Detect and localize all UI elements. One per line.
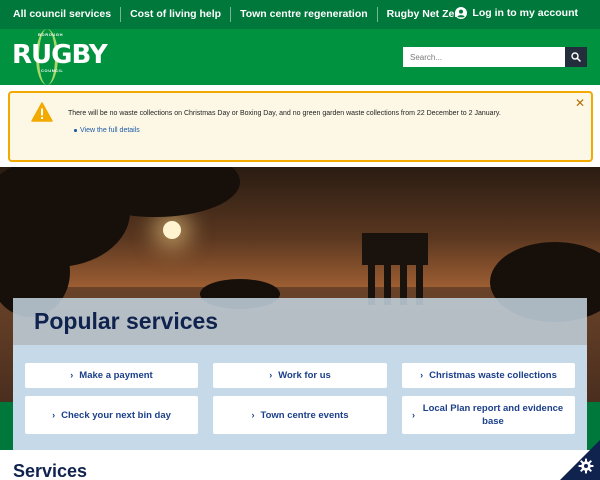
services-heading: Services [13, 461, 88, 480]
button-label: Christmas waste collections [429, 370, 557, 381]
login-label: Log in to my account [472, 7, 578, 19]
rugby-borough-council-logo[interactable]: BOROUGH RUGBY COUNCIL [12, 29, 108, 85]
logo-text-council: COUNCIL [41, 68, 64, 73]
check-your-next-bin-day-button[interactable]: › Check your next bin day [25, 396, 198, 434]
button-label: Local Plan report and evidence base [422, 403, 564, 427]
nav-cost-of-living-help[interactable]: Cost of living help [121, 7, 232, 22]
chevron-right-icon: › [70, 370, 74, 380]
chevron-right-icon: › [251, 409, 255, 420]
chevron-right-icon: › [52, 409, 56, 420]
gear-icon[interactable] [578, 458, 594, 474]
christmas-waste-collections-button[interactable]: › Christmas waste collections [402, 363, 575, 388]
search-button[interactable] [565, 47, 587, 67]
button-label: Work for us [278, 370, 331, 381]
popular-services-title: Popular services [34, 308, 219, 334]
logo-text-rugby: RUGBY [12, 40, 108, 70]
search-icon [571, 52, 581, 62]
login-link[interactable]: Log in to my account [455, 7, 578, 19]
user-icon [455, 7, 468, 19]
water-tower-tank [362, 233, 428, 265]
popular-services-header: Popular services [13, 298, 587, 345]
button-label: Check your next bin day [61, 409, 171, 421]
chevron-right-icon: › [269, 370, 273, 380]
close-icon[interactable]: ✕ [575, 97, 585, 109]
button-label: Make a payment [79, 370, 153, 381]
nav-town-centre-regeneration[interactable]: Town centre regeneration [231, 7, 378, 22]
nav-all-council-services[interactable]: All council services [0, 7, 122, 22]
alert-details-link[interactable]: View the full details [74, 127, 140, 134]
hero-sun [163, 221, 181, 239]
alert-message: There will be no waste collections on Ch… [68, 110, 501, 117]
make-a-payment-button[interactable]: › Make a payment [25, 363, 198, 388]
warning-icon [31, 102, 53, 122]
chevron-right-icon: › [420, 370, 424, 380]
work-for-us-button[interactable]: › Work for us [213, 363, 387, 388]
top-navigation: All council services Cost of living help… [0, 0, 600, 29]
town-centre-events-button[interactable]: › Town centre events [213, 396, 387, 434]
alert-section: There will be no waste collections on Ch… [0, 85, 600, 167]
search-input[interactable] [403, 47, 565, 67]
button-label: Town centre events [260, 409, 349, 421]
search-form [403, 47, 587, 67]
site-header: BOROUGH RUGBY COUNCIL [0, 29, 600, 85]
waste-collection-alert: There will be no waste collections on Ch… [8, 91, 593, 162]
hero-tree-trunk [32, 237, 38, 307]
logo-text-borough: BOROUGH [38, 32, 64, 37]
local-plan-report-button[interactable]: › Local Plan report and evidence base [402, 396, 575, 434]
chevron-right-icon: › [412, 409, 415, 420]
